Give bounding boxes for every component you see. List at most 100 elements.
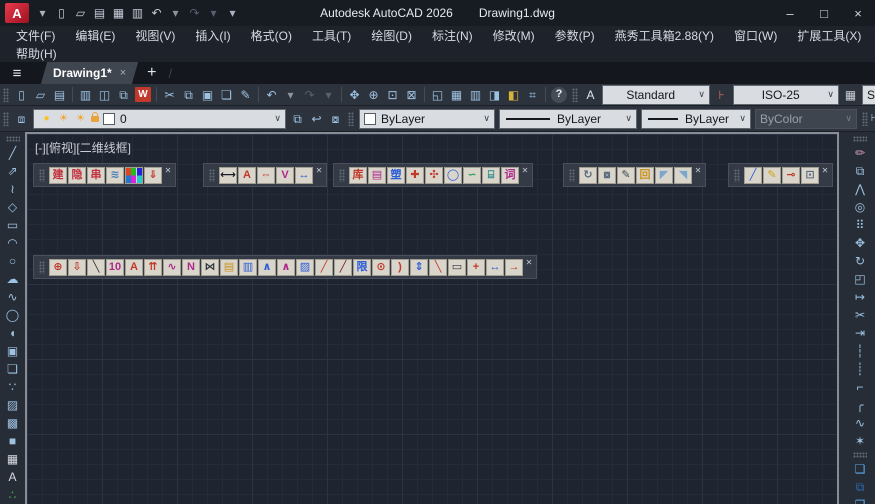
- menu-file[interactable]: 文件(F): [6, 26, 65, 44]
- copy-icon[interactable]: ⧉: [851, 162, 870, 180]
- yx-pencil-yellow-icon[interactable]: ✎: [763, 166, 781, 184]
- dim-style-icon[interactable]: ⊦: [712, 85, 731, 104]
- export-dwf-icon[interactable]: W: [135, 87, 151, 102]
- line-icon[interactable]: ╱: [3, 144, 22, 162]
- make-block-icon[interactable]: ❏: [3, 360, 22, 378]
- toolbar-grip[interactable]: [348, 111, 354, 126]
- tool-palettes-icon[interactable]: ▥: [466, 85, 485, 104]
- text-style-icon[interactable]: A: [581, 85, 600, 104]
- viewport-controls-label[interactable]: [-][俯视][二维线框]: [35, 139, 131, 156]
- doc-minimize-button[interactable]: –: [871, 26, 875, 44]
- yx-slope-dots-icon[interactable]: ╲: [429, 258, 447, 276]
- redo-caret-icon[interactable]: ▾: [319, 85, 338, 104]
- palette-grip[interactable]: [734, 168, 740, 182]
- new-icon[interactable]: ▯: [12, 85, 31, 104]
- yx-pencil-icon[interactable]: ✎: [617, 166, 635, 184]
- yx-small-circle-icon[interactable]: ⊙: [372, 258, 390, 276]
- plot-icon[interactable]: ▥: [128, 4, 147, 23]
- ellipse-arc-icon[interactable]: ◖: [3, 324, 22, 342]
- extend-icon[interactable]: ⇥: [851, 324, 870, 342]
- yx-table-yellow-icon[interactable]: ▤: [220, 258, 238, 276]
- save-as-icon[interactable]: ▦: [109, 4, 128, 23]
- yx-up-arrows-icon[interactable]: ⇈: [144, 258, 162, 276]
- window-minimize-button[interactable]: –: [773, 0, 807, 26]
- ellipse-icon[interactable]: ◯: [3, 306, 22, 324]
- yx-angle-magenta-icon[interactable]: ∧: [277, 258, 295, 276]
- yx-box-icon[interactable]: ⧇: [598, 166, 616, 184]
- linetype-combo[interactable]: ByLayer ∨: [499, 108, 637, 129]
- layer-thaw-icon[interactable]: ☀: [56, 113, 71, 124]
- layer-previous-icon[interactable]: ↩: [307, 109, 326, 128]
- point-icon[interactable]: ∵: [3, 378, 22, 396]
- menu-window[interactable]: 窗口(W): [724, 26, 787, 44]
- yx-dim-linear-icon[interactable]: ⟷: [219, 166, 237, 184]
- toolbar-grip[interactable]: [862, 111, 868, 126]
- trim-icon[interactable]: ✂: [851, 306, 870, 324]
- yx-slope2-icon[interactable]: ╱: [334, 258, 352, 276]
- make-object-layer-current-icon[interactable]: ⧉: [288, 109, 307, 128]
- app-menu-caret-icon[interactable]: ▾: [33, 4, 52, 23]
- yx-center-mark-icon[interactable]: ⊕: [49, 258, 67, 276]
- menu-format[interactable]: 格式(O): [241, 26, 302, 44]
- yx-table-icon[interactable]: ▤: [368, 166, 386, 184]
- construction-line-icon[interactable]: ⇗: [3, 162, 22, 180]
- close-palette-button[interactable]: ✕: [820, 164, 830, 186]
- markup-set-manager-icon[interactable]: ◧: [504, 85, 523, 104]
- plot-preview-icon[interactable]: ◫: [95, 85, 114, 104]
- menu-tools[interactable]: 工具(T): [302, 26, 361, 44]
- redo-icon[interactable]: ↷: [185, 4, 204, 23]
- menu-parametric[interactable]: 参数(P): [545, 26, 605, 44]
- break-at-point-icon[interactable]: ┆: [851, 342, 870, 360]
- yx-hatch-icon[interactable]: ▨: [296, 258, 314, 276]
- yx-mold-icon[interactable]: 塑: [387, 166, 405, 184]
- close-palette-button[interactable]: ✕: [524, 256, 534, 278]
- zoom-realtime-icon[interactable]: ⊕: [364, 85, 383, 104]
- layer-properties-icon[interactable]: ⧈: [12, 109, 31, 128]
- yx-varrows-icon[interactable]: ⇕: [410, 258, 428, 276]
- zoom-window-icon[interactable]: ⊡: [383, 85, 402, 104]
- hamburger-menu-icon[interactable]: ≡: [0, 65, 34, 82]
- table-icon[interactable]: ▦: [3, 450, 22, 468]
- yx-arrow-down-icon[interactable]: ⇓: [144, 166, 162, 184]
- break-icon[interactable]: ┊: [851, 360, 870, 378]
- undo-icon[interactable]: ↶: [147, 4, 166, 23]
- blend-curves-icon[interactable]: ∿: [851, 414, 870, 432]
- point-style-icon[interactable]: ∴: [3, 486, 22, 504]
- match-properties-icon[interactable]: ✎: [236, 85, 255, 104]
- insert-block-icon[interactable]: ▣: [3, 342, 22, 360]
- yx-wave-icon[interactable]: ∿: [163, 258, 181, 276]
- redo-icon[interactable]: ↷: [300, 85, 319, 104]
- explode-icon[interactable]: ✶: [851, 432, 870, 450]
- yx-circle-icon[interactable]: ◯: [444, 166, 462, 184]
- menu-help[interactable]: 帮助(H): [6, 44, 67, 62]
- window-close-button[interactable]: ×: [841, 0, 875, 26]
- yx-harrows-icon[interactable]: ↔: [486, 258, 504, 276]
- draw-order-back-icon[interactable]: ⧉: [851, 478, 870, 496]
- palette-grip[interactable]: [569, 168, 575, 182]
- save-icon[interactable]: ▤: [90, 4, 109, 23]
- toolbar-grip[interactable]: [572, 87, 578, 102]
- yx-connector-icon[interactable]: ⊸: [782, 166, 800, 184]
- qat-customize-icon[interactable]: ▾: [223, 4, 242, 23]
- undo-caret-icon[interactable]: ▾: [166, 4, 185, 23]
- fillet-icon[interactable]: ╭: [851, 396, 870, 414]
- polygon-icon[interactable]: ◇: [3, 198, 22, 216]
- yx-rect-dots-icon[interactable]: ▭: [448, 258, 466, 276]
- spline-icon[interactable]: ∿: [3, 288, 22, 306]
- yx-dim-span-icon[interactable]: ↔: [295, 166, 313, 184]
- undo-caret-icon[interactable]: ▾: [281, 85, 300, 104]
- layer-vp-freeze-icon[interactable]: ☀: [73, 113, 88, 124]
- yx-line-arrow-icon[interactable]: →: [505, 258, 523, 276]
- undo-icon[interactable]: ↶: [262, 85, 281, 104]
- new-tab-button[interactable]: +: [147, 64, 156, 82]
- layer-color-swatch[interactable]: [103, 112, 115, 125]
- move-icon[interactable]: ✥: [851, 234, 870, 252]
- yx-bowtie-icon[interactable]: ⋈: [201, 258, 219, 276]
- toolbar-grip[interactable]: [3, 87, 9, 102]
- draw-order-front-icon[interactable]: ❏: [851, 460, 870, 478]
- yx-block-icon[interactable]: 串: [87, 166, 105, 184]
- yx-corner-a-icon[interactable]: ◤: [655, 166, 673, 184]
- yx-layers-icon[interactable]: ≋: [106, 166, 124, 184]
- yx-arrow-dim-icon[interactable]: ⇩: [68, 258, 86, 276]
- yx-spring-icon[interactable]: ∽: [463, 166, 481, 184]
